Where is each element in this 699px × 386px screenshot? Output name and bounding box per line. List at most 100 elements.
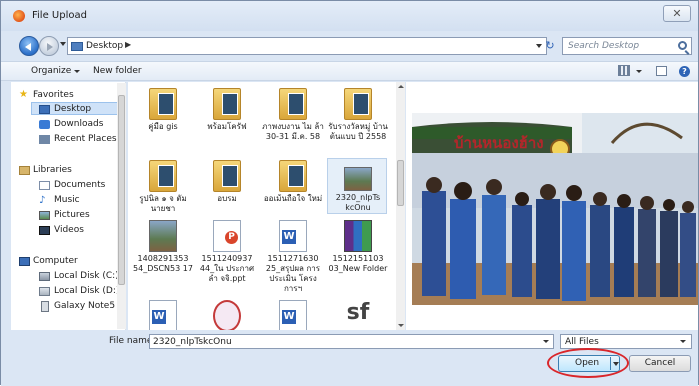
banner-text: บ้านหนองฮ้าง [454, 134, 544, 152]
file-type-select[interactable]: All Files [560, 334, 692, 349]
folder-icon [279, 88, 307, 120]
navigation-pane: ★ Favorites Desktop Downloads Recent Pla… [11, 82, 126, 330]
text-file-item[interactable]: sf [327, 300, 389, 326]
nav-scrollbar[interactable] [117, 83, 126, 329]
search-placeholder: Search Desktop [568, 41, 640, 51]
cancel-button[interactable]: Cancel [629, 355, 691, 372]
sidebar-item-galaxy-note5[interactable]: Galaxy Note5 [54, 301, 115, 311]
pictures-icon [39, 211, 50, 220]
filename-input[interactable]: 2320_nlpTskcOnu [149, 334, 554, 349]
file-label: sf [346, 300, 370, 325]
search-input[interactable]: Search Desktop [562, 37, 692, 55]
libraries-icon [19, 166, 30, 175]
folder-icon [344, 88, 372, 120]
word-file-item[interactable] [262, 300, 324, 330]
file-label: ออเม้นถือใจ ใหม่ [263, 194, 323, 203]
address-bar[interactable]: Desktop ▶ [67, 37, 547, 55]
close-button[interactable]: ✕ [663, 5, 691, 22]
annotation-circle [547, 348, 629, 378]
folder-icon [279, 160, 307, 192]
folder-item[interactable]: ภาพงบงาน ไม ล้า 30-31 มี.ค. 58 [262, 88, 324, 142]
address-row: Desktop ▶ ↻ Search Desktop [1, 31, 698, 61]
search-icon[interactable] [678, 41, 687, 50]
sidebar-item-documents[interactable]: Documents [54, 180, 105, 190]
file-label: อบรม [217, 194, 237, 203]
filename-dropdown[interactable] [543, 340, 549, 343]
file-label: 1511240937 44_ใน ประกาศ ลำ จจิ.ppt [199, 254, 255, 283]
sidebar-item-desktop[interactable]: Desktop [54, 104, 91, 114]
word-icon [279, 300, 307, 330]
file-label: คู่มือ gis [148, 122, 178, 131]
word-file-item[interactable]: 1511271630 25_สรุปผล การประเมิน โครงการฯ [262, 220, 324, 294]
file-type-dropdown[interactable] [680, 340, 686, 343]
preview-photo-drawing: บ้านหนองฮ้าง [412, 113, 698, 305]
file-list-scrollbar-thumb[interactable] [397, 160, 404, 206]
logo-icon [213, 300, 241, 330]
downloads-icon [39, 120, 50, 129]
desktop-folder-icon [71, 42, 83, 51]
folder-item[interactable]: คู่มือ gis [132, 88, 194, 132]
computer-group[interactable]: Computer [33, 256, 78, 266]
folder-item[interactable]: อบรม [196, 160, 258, 204]
image-file-item[interactable]: 1408291353 54_DSCN53 17 [132, 220, 194, 274]
firefox-icon [13, 10, 25, 22]
refresh-button[interactable]: ↻ [540, 37, 560, 55]
word-file-item[interactable] [132, 300, 194, 330]
ppt-file-item[interactable]: 1511240937 44_ใน ประกาศ ลำ จจิ.ppt [196, 220, 258, 284]
libraries-group[interactable]: Libraries [33, 165, 72, 175]
folder-icon [149, 160, 177, 192]
sidebar-item-local-disk-c[interactable]: Local Disk (C:) [54, 271, 119, 281]
new-folder-button[interactable]: New folder [93, 66, 142, 76]
word-icon [149, 300, 177, 330]
file-label: พร้อมโครัฟ [207, 122, 247, 131]
music-icon: ♪ [39, 195, 46, 206]
file-list: คู่มือ gis พร้อมโครัฟ ภาพงบงาน ไม ล้า 30… [128, 82, 396, 330]
change-view-icon[interactable] [618, 65, 630, 76]
folder-item[interactable]: รูปนิล ๑ จ ตัม นายชา [132, 160, 194, 214]
folder-item[interactable]: ออเม้นถือใจ ใหม่ [262, 160, 324, 204]
sidebar-item-local-disk-d[interactable]: Local Disk (D:) [54, 286, 119, 296]
file-type-value[interactable]: All Files [565, 337, 599, 347]
address-path[interactable]: Desktop [86, 41, 123, 51]
preview-pane: บ้านหนองฮ้าง [406, 82, 698, 330]
view-options-dropdown[interactable] [636, 70, 642, 73]
sidebar-item-videos[interactable]: Videos [54, 225, 84, 235]
image-thumbnail-icon [344, 167, 372, 191]
folder-item[interactable]: พร้อมโครัฟ [196, 88, 258, 132]
sidebar-item-music[interactable]: Music [54, 195, 80, 205]
preview-pane-icon[interactable] [656, 66, 667, 76]
desktop-icon [39, 105, 50, 114]
nav-scrollbar-thumb[interactable] [118, 95, 125, 285]
image-thumbnail-icon [149, 220, 177, 252]
back-button[interactable] [19, 36, 39, 56]
computer-icon [19, 257, 30, 266]
sidebar-item-recent-places[interactable]: Recent Places [54, 134, 117, 144]
file-item[interactable] [196, 300, 258, 330]
videos-icon [39, 226, 50, 235]
sidebar-item-downloads[interactable]: Downloads [54, 119, 103, 129]
help-icon[interactable]: ? [679, 66, 690, 77]
recent-pages-dropdown[interactable] [60, 42, 66, 46]
file-label: ภาพงบงาน ไม ล้า 30-31 มี.ค. 58 [262, 122, 324, 141]
file-label: 1512151103 03_New Folder [328, 254, 388, 273]
archive-file-item[interactable]: 1512151103 03_New Folder [327, 220, 389, 274]
word-icon [279, 220, 307, 252]
winrar-icon [344, 220, 372, 252]
file-label: 2320_nlpTs kcOnu [335, 193, 381, 212]
title-bar: File Upload ✕ [1, 1, 698, 31]
scroll-down-icon[interactable] [398, 324, 404, 327]
file-label: 1408291353 54_DSCN53 17 [133, 254, 193, 273]
filename-value[interactable]: 2320_nlpTskcOnu [153, 337, 232, 347]
sidebar-item-pictures[interactable]: Pictures [54, 210, 90, 220]
forward-button[interactable] [39, 36, 59, 56]
file-label: รับรางวัลหมู่ บ้านต้นแบบ ปี 2558 [328, 122, 388, 141]
scroll-up-icon[interactable] [398, 85, 404, 88]
file-list-scrollbar[interactable] [396, 82, 405, 330]
breadcrumb-arrow-icon[interactable]: ▶ [125, 40, 131, 49]
file-label: 1511271630 25_สรุปผล การประเมิน โครงการฯ [265, 254, 321, 293]
folder-item[interactable]: รับรางวัลหมู่ บ้านต้นแบบ ปี 2558 [327, 88, 389, 142]
favorites-group[interactable]: Favorites [33, 90, 74, 100]
drive-c-icon [39, 272, 50, 281]
selected-image-file[interactable]: 2320_nlpTs kcOnu [327, 167, 389, 213]
organize-button[interactable]: Organize [31, 66, 81, 76]
